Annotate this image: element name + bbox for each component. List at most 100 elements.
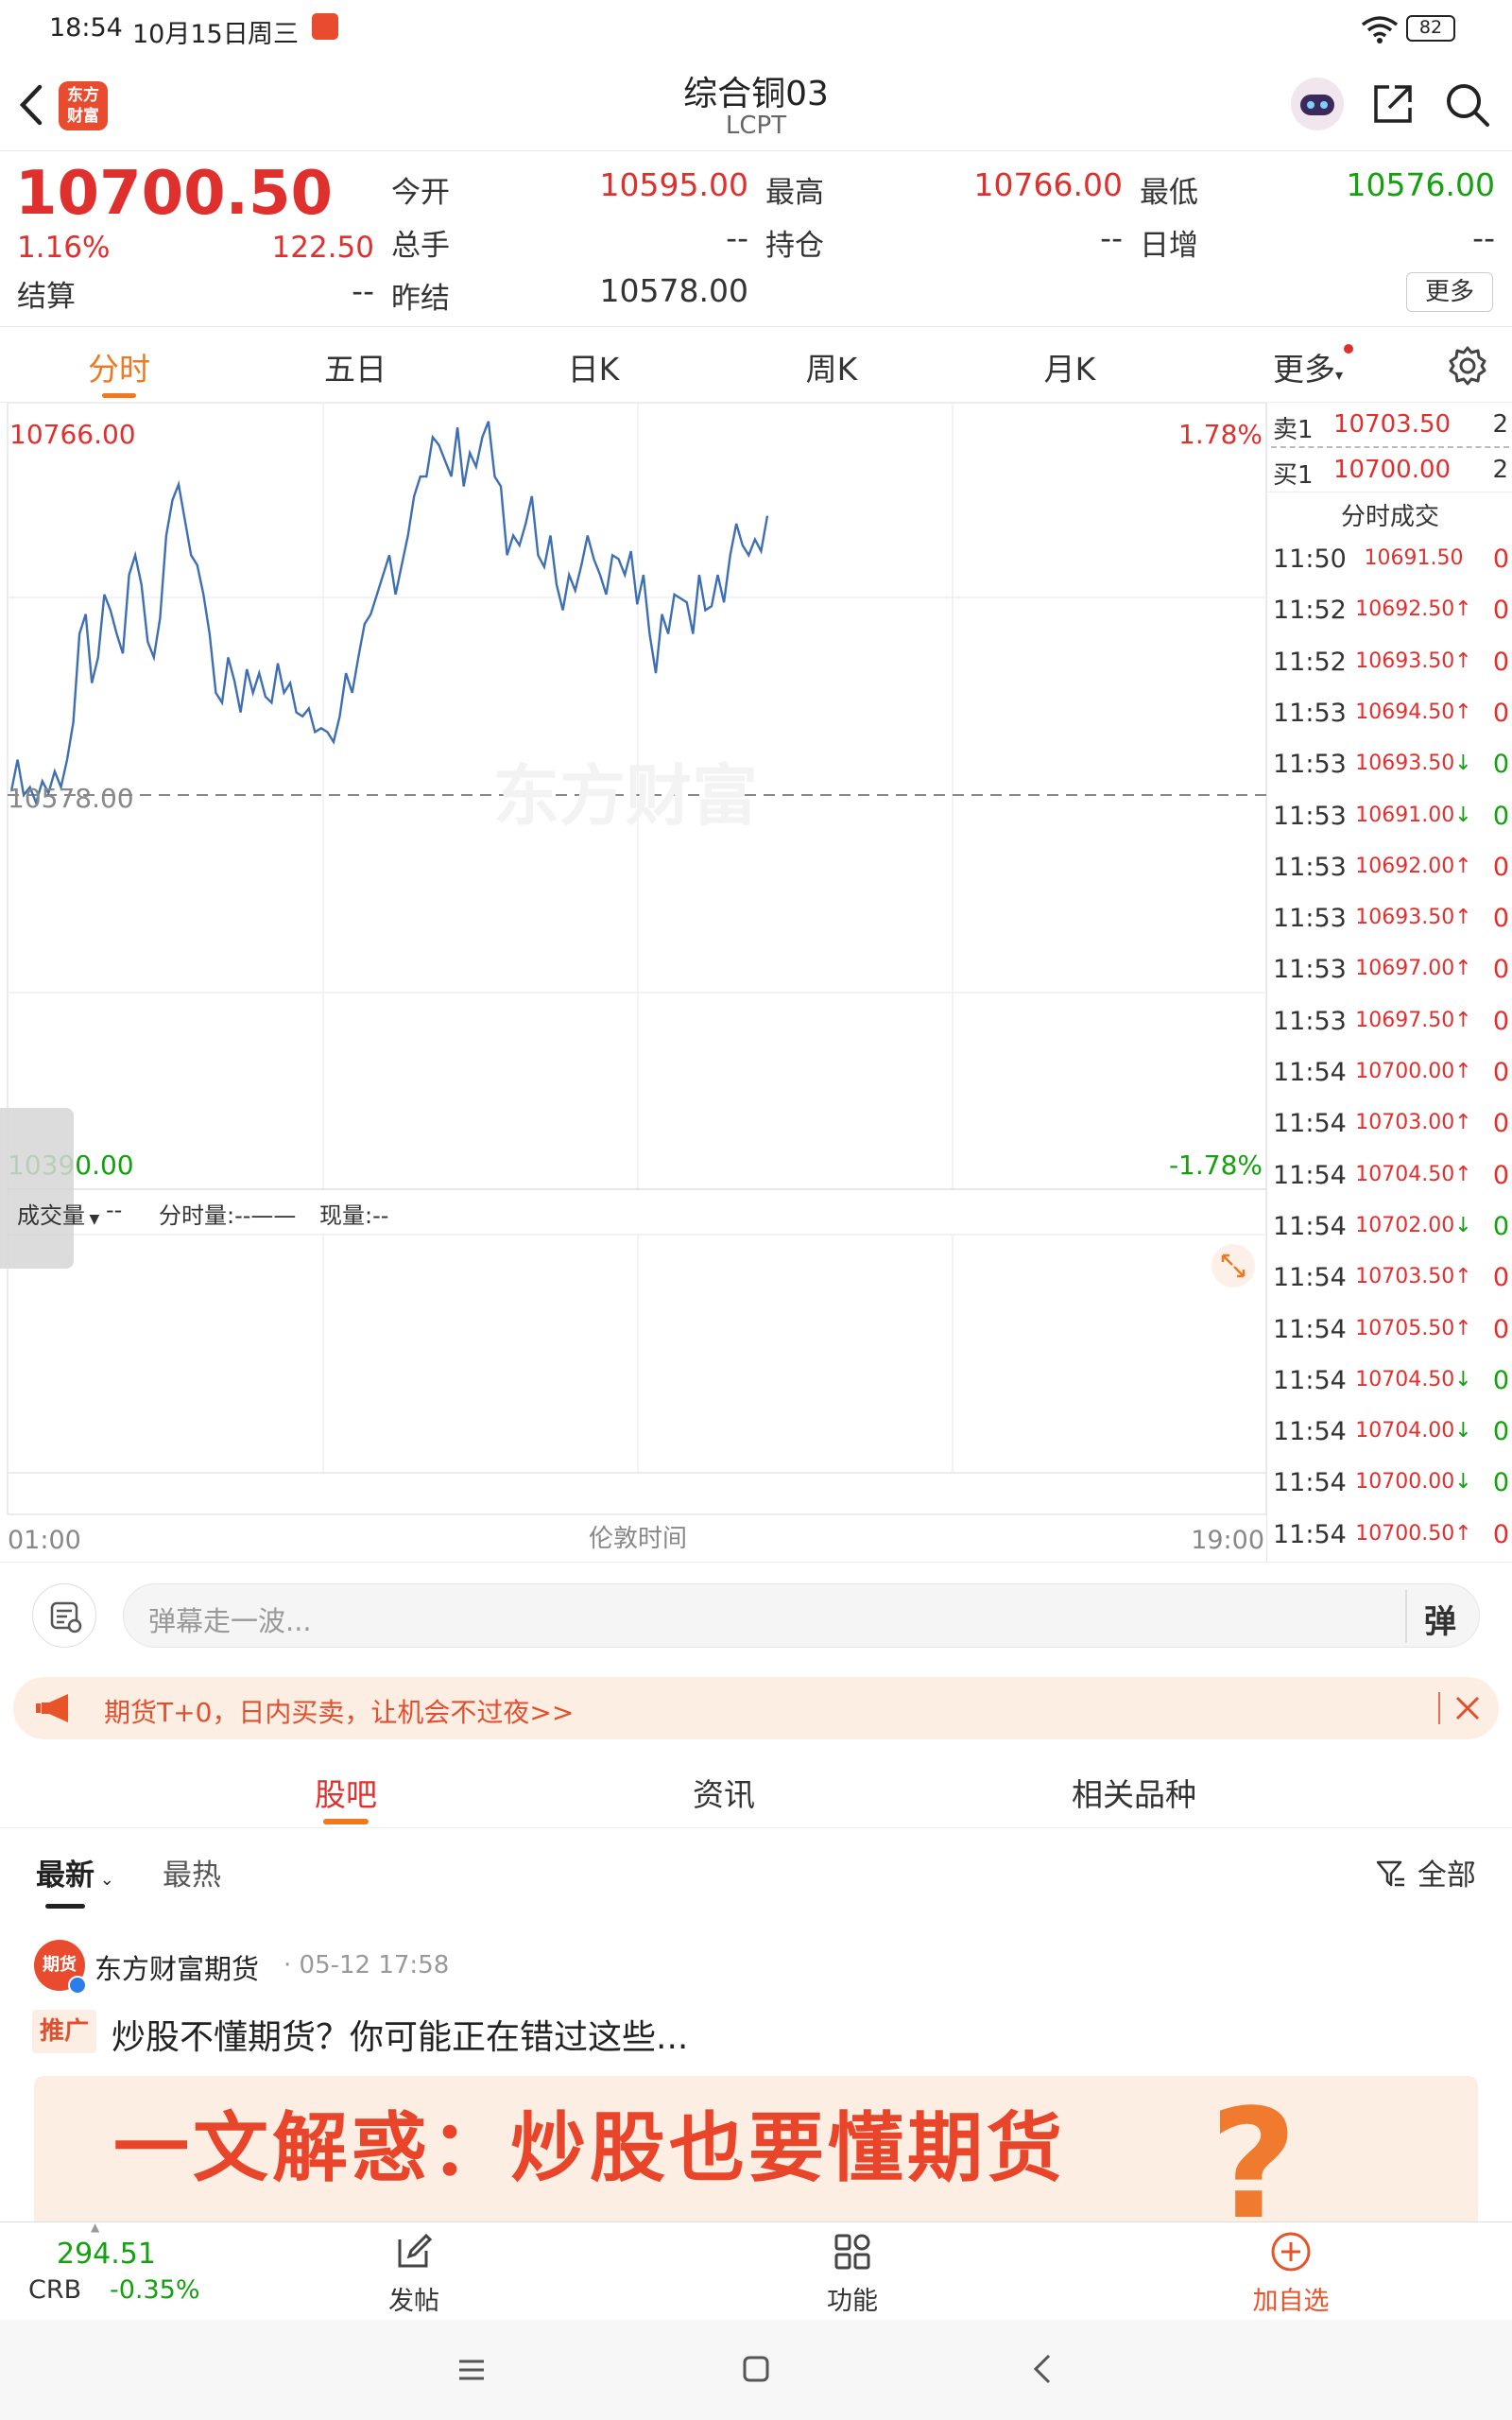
- post-author[interactable]: 东方财富期货: [94, 1947, 259, 1987]
- post-banner-image[interactable]: 一文解惑：炒股也要懂期货 ?: [34, 2076, 1478, 2221]
- tab-more[interactable]: 更多▾: [1242, 344, 1374, 389]
- chart-tabs: 分时 五日 日K 周K 月K 更多▾: [0, 327, 1512, 403]
- vol-selector[interactable]: 成交量 ▼: [17, 1197, 99, 1230]
- tab-news[interactable]: 资讯: [610, 1770, 837, 1815]
- close-icon[interactable]: [1453, 1694, 1482, 1722]
- tick-price-value: 10700.00: [1355, 1470, 1455, 1495]
- more-button[interactable]: 更多: [1406, 272, 1493, 312]
- tick-price: 10691.00↓: [1333, 804, 1494, 827]
- tick-row: 11:54 10700.50↑ 0: [1267, 1511, 1512, 1562]
- tick-direction-icon: ↑: [1454, 906, 1472, 930]
- tick-row: 11:53 10693.50↓ 0: [1267, 740, 1512, 791]
- tick-row: 11:54 10704.50↑ 0: [1267, 1151, 1512, 1202]
- settle-label: 结算: [17, 280, 76, 314]
- tick-row: 11:54 10700.00↑ 0: [1267, 1048, 1512, 1099]
- bottom-toolbar: ▲ 294.51 CRB -0.35% 发帖 功能 加自选: [0, 2221, 1512, 2320]
- add-circle-icon: [1271, 2232, 1311, 2272]
- tick-direction-icon: ↑: [1454, 854, 1472, 878]
- post-time: · 05-12 17:58: [284, 1951, 450, 1979]
- tick-price: 10705.50↑: [1333, 1317, 1494, 1340]
- menu-icon[interactable]: [455, 2354, 488, 2386]
- post-button[interactable]: 发帖: [319, 2230, 508, 2317]
- tab-more-label: 更多: [1272, 351, 1335, 388]
- vol-selector-label: 成交量: [17, 1202, 85, 1229]
- tick-price: 10692.00↑: [1333, 855, 1494, 878]
- intraday-chart-svg[interactable]: 东方财富 10766.00 10578.00 10390.00 1.78% -1…: [0, 402, 1267, 1562]
- buy1-price: 10700.00: [1333, 456, 1452, 484]
- tick-price: 10700.00↓: [1333, 1470, 1494, 1494]
- edit-icon: [398, 2233, 433, 2268]
- add-watchlist-button[interactable]: 加自选: [1196, 2230, 1385, 2317]
- filter-button[interactable]: 全部: [1374, 1851, 1476, 1893]
- filter-icon: [1376, 1860, 1404, 1887]
- home-icon[interactable]: [739, 2352, 773, 2386]
- tick-price-value: 10693.50: [1355, 648, 1455, 673]
- tick-row: 11:50 10691.50 0: [1267, 535, 1512, 586]
- tick-volume: 0: [1492, 1417, 1509, 1447]
- tick-row: 11:53 10697.50↑ 0: [1267, 997, 1512, 1048]
- functions-button-label: 功能: [827, 2287, 878, 2316]
- add-watchlist-label: 加自选: [1252, 2287, 1330, 2316]
- tick-row: 11:53 10694.50↑ 0: [1267, 689, 1512, 740]
- post-title[interactable]: 炒股不懂期货？你可能正在错过这些...: [112, 2010, 688, 2059]
- expand-fullscreen-icon[interactable]: [1211, 1244, 1255, 1288]
- tab-daily-k[interactable]: 日K: [527, 344, 660, 389]
- tick-price: 10703.00↑: [1333, 1111, 1494, 1134]
- tick-row: 11:54 10704.50↓ 0: [1267, 1357, 1512, 1408]
- high-value: 10766.00: [973, 166, 1123, 203]
- tab-monthly-k[interactable]: 月K: [1004, 344, 1136, 389]
- sort-latest[interactable]: 最新 ⌄: [36, 1851, 114, 1893]
- last-price: 10700.50: [15, 159, 334, 229]
- barrage-placeholder: 弹幕走一波...: [148, 1605, 312, 1637]
- tick-row: 11:52 10692.50↑ 0: [1267, 586, 1512, 637]
- robot-assistant-icon[interactable]: [1291, 78, 1344, 130]
- side-drawer-handle[interactable]: [0, 1108, 74, 1269]
- system-back-icon[interactable]: [1030, 2352, 1057, 2386]
- settle-value: --: [352, 272, 374, 309]
- sort-hot[interactable]: 最热: [163, 1851, 221, 1893]
- back-icon[interactable]: [17, 83, 45, 127]
- barrage-divider: [1405, 1590, 1407, 1643]
- open-label: 今开: [391, 176, 450, 210]
- tick-price-value: 10705.50: [1355, 1316, 1455, 1340]
- search-icon[interactable]: [1444, 81, 1491, 129]
- low-label: 最低: [1140, 176, 1198, 210]
- section-tab-indicator: [323, 1819, 369, 1824]
- tick-volume: 0: [1492, 1519, 1509, 1549]
- tab-weekly-k[interactable]: 周K: [765, 344, 898, 389]
- barrage-input[interactable]: 弹幕走一波... 弹: [123, 1583, 1480, 1648]
- status-date: 10月15日: [132, 20, 249, 49]
- tab-five-day[interactable]: 五日: [289, 344, 421, 389]
- change-amount: 122.50: [271, 231, 374, 265]
- tick-price: 10704.00↓: [1333, 1419, 1494, 1443]
- share-icon[interactable]: [1370, 81, 1416, 127]
- tick-direction-icon: ↑: [1454, 1265, 1472, 1289]
- index-change: -0.35%: [110, 2275, 200, 2305]
- tick-price: 10700.00↑: [1333, 1060, 1494, 1083]
- tick-direction-icon: ↑: [1454, 597, 1472, 622]
- price-series-line: [9, 421, 769, 807]
- tick-vol-label: 分时量:: [159, 1202, 235, 1229]
- battery-icon: 82: [1406, 15, 1455, 42]
- functions-button[interactable]: 功能: [758, 2230, 947, 2317]
- tick-direction-icon: ↑: [1454, 957, 1472, 981]
- tick-direction-icon: ↑: [1454, 1060, 1472, 1083]
- tick-volume: 0: [1492, 750, 1509, 780]
- barrage-settings-icon[interactable]: [32, 1583, 96, 1648]
- verified-badge-icon: [68, 1976, 87, 1995]
- barrage-toggle-icon[interactable]: 弹: [1424, 1596, 1456, 1642]
- promo-banner[interactable]: 期货T+0，日内买卖，让机会不过夜>>: [13, 1677, 1499, 1739]
- settings-gear-icon[interactable]: [1446, 344, 1489, 388]
- tick-price-value: 10704.50: [1355, 1367, 1455, 1392]
- tab-forum[interactable]: 股吧: [232, 1770, 459, 1815]
- buy1-volume: 2: [1492, 456, 1508, 484]
- tick-price: 10693.50↑: [1333, 649, 1494, 673]
- tab-intraday[interactable]: 分时: [53, 344, 185, 389]
- tick-price: 10704.50↓: [1333, 1368, 1494, 1392]
- index-ticker[interactable]: ▲ 294.51 CRB -0.35%: [0, 2221, 200, 2321]
- tick-volume: 0: [1492, 955, 1509, 985]
- tick-price-value: 10703.00: [1355, 1111, 1455, 1135]
- tab-related[interactable]: 相关品种: [1021, 1770, 1247, 1815]
- tick-vol-value: --——: [234, 1202, 297, 1229]
- promo-text: 期货T+0，日内买卖，让机会不过夜>>: [104, 1697, 575, 1728]
